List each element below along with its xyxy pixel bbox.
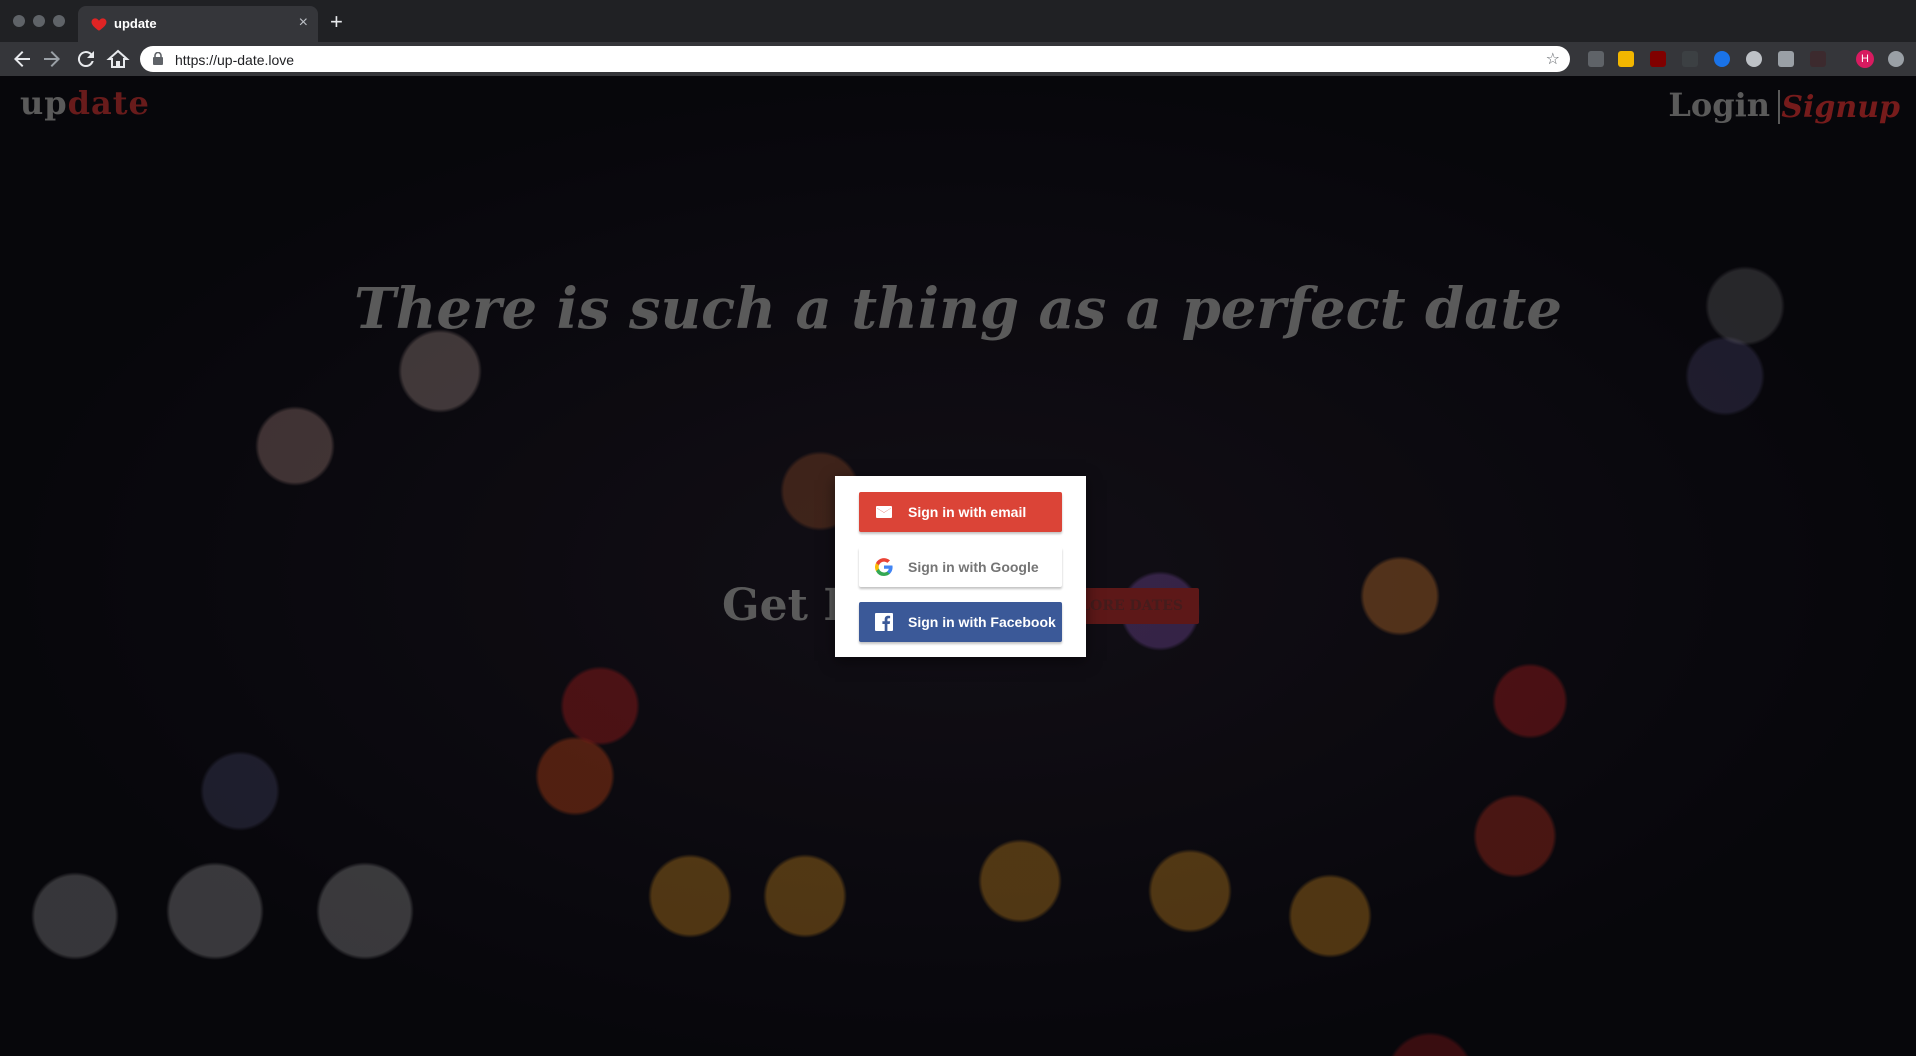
browser-chrome: update × + ☆ — [0, 0, 1916, 76]
sign-in-google-button[interactable]: Sign in with Google — [859, 547, 1062, 587]
heart-icon — [91, 18, 107, 31]
forward-icon[interactable] — [40, 47, 64, 71]
landing-page: update Login Signup There is such a thin… — [0, 76, 1916, 1056]
bookmark-star-icon[interactable]: ☆ — [1546, 49, 1560, 69]
extension-notes-icon[interactable] — [1618, 51, 1634, 67]
home-icon[interactable] — [106, 47, 130, 71]
tab-strip: update × + — [0, 0, 1916, 42]
extension-page-icon[interactable] — [1778, 51, 1794, 67]
new-tab-button[interactable]: + — [330, 9, 343, 35]
facebook-logo-icon — [875, 613, 893, 631]
extension-heart-icon[interactable] — [1810, 51, 1826, 67]
extension-function-icon[interactable] — [1682, 51, 1698, 67]
url-input[interactable] — [173, 49, 1477, 71]
reload-icon[interactable] — [74, 47, 98, 71]
extension-ublock-icon[interactable] — [1650, 51, 1666, 67]
sign-in-facebook-button[interactable]: Sign in with Facebook — [859, 602, 1062, 642]
mail-icon — [876, 506, 892, 518]
sign-in-facebook-label: Sign in with Facebook — [908, 614, 1056, 630]
extension-target-icon[interactable] — [1746, 51, 1762, 67]
extension-pen-icon[interactable] — [1588, 51, 1604, 67]
address-bar[interactable]: ☆ — [140, 46, 1570, 72]
sign-in-google-label: Sign in with Google — [908, 559, 1039, 575]
sign-in-modal: Sign in with email Sign in with Google S… — [835, 476, 1086, 657]
window-close-dot[interactable] — [13, 15, 25, 27]
sign-in-email-label: Sign in with email — [908, 504, 1027, 520]
profile-avatar[interactable]: H — [1856, 50, 1874, 68]
window-minimize-dot[interactable] — [33, 15, 45, 27]
browser-tab[interactable]: update × — [78, 6, 318, 42]
tab-title: update — [114, 16, 157, 31]
extension-react-icon[interactable] — [1714, 51, 1730, 67]
browser-toolbar: ☆ H — [0, 42, 1916, 76]
back-icon[interactable] — [10, 47, 34, 71]
window-zoom-dot[interactable] — [53, 15, 65, 27]
sign-in-email-button[interactable]: Sign in with email — [859, 492, 1062, 532]
lock-icon — [153, 52, 163, 65]
google-logo-icon — [875, 558, 893, 576]
tab-close-icon[interactable]: × — [299, 14, 308, 32]
extension-settings-icon[interactable] — [1888, 51, 1904, 67]
